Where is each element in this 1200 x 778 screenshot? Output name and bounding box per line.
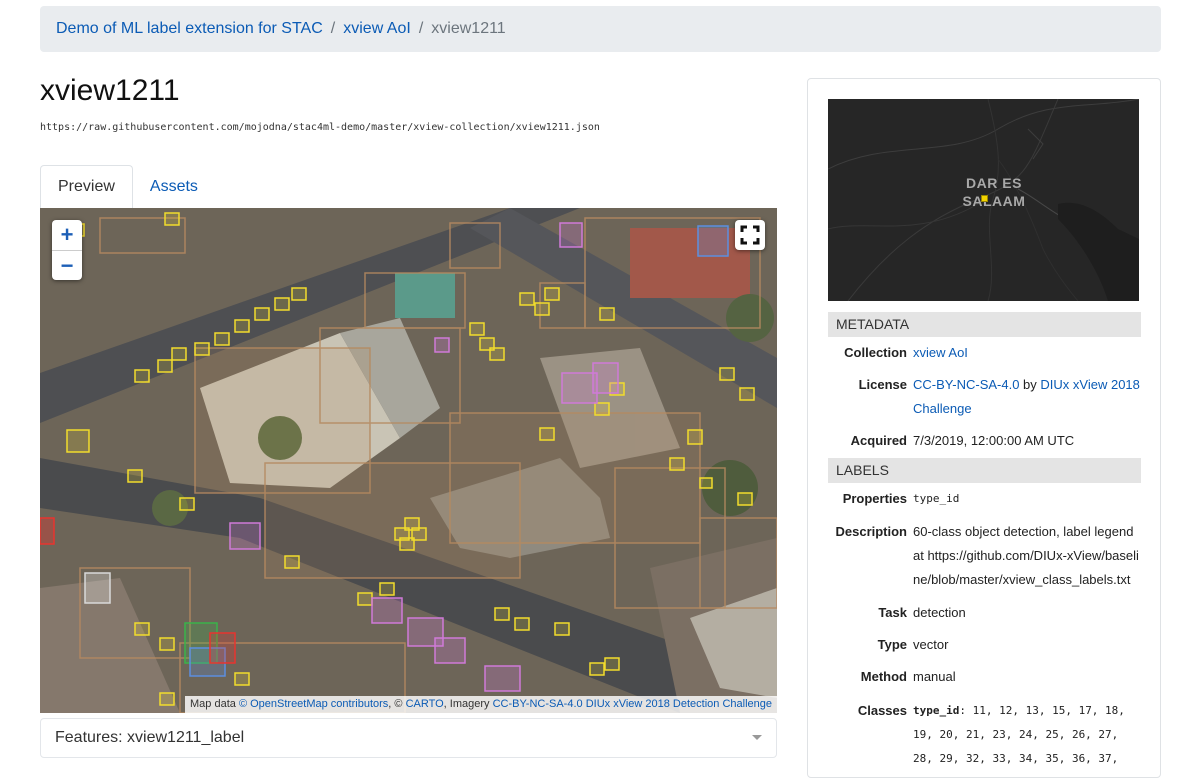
breadcrumb-separator: / <box>330 20 336 37</box>
breadcrumb-root-link[interactable]: Demo of ML label extension for STAC <box>56 20 323 38</box>
labels-heading: LABELS <box>828 458 1141 483</box>
field-value: CC-BY-NC-SA-4.0 by DIUx xView 2018 Chall… <box>913 373 1141 421</box>
xview-challenge-link[interactable]: DIUx xView 2018 Detection Challenge <box>586 698 772 710</box>
field-label: Acquired <box>850 433 907 448</box>
features-select-value: Features: xview1211_label <box>55 729 245 746</box>
field-value: xview AoI <box>913 341 1141 365</box>
fullscreen-button[interactable] <box>735 220 765 250</box>
features-select[interactable]: Features: xview1211_label <box>40 718 777 758</box>
field-value: 60-class object detection, label legend … <box>913 524 1139 587</box>
satellite-imagery <box>40 208 777 713</box>
item-details-card: DAR ES SALAAM METADATA Collection xview … <box>807 78 1161 778</box>
attribution-text: , Imagery <box>443 698 493 710</box>
imagery-license-link[interactable]: CC-BY-NC-SA-4.0 <box>493 698 583 710</box>
fullscreen-icon <box>740 225 760 245</box>
zoom-control: + − <box>52 220 82 280</box>
field-value: 7/3/2019, 12:00:00 AM UTC <box>913 433 1075 448</box>
license-by: by <box>1019 377 1041 392</box>
attribution-prefix: Map data <box>190 698 239 710</box>
page-title: xview1211 <box>40 74 180 107</box>
breadcrumb-separator: / <box>418 20 424 37</box>
field-label: Properties <box>842 491 907 506</box>
labels-row-type: Type vector <box>828 633 1141 657</box>
preview-map[interactable]: + − Map data © OpenStreetMap contributor… <box>40 208 777 713</box>
metadata-heading: METADATA <box>828 312 1141 337</box>
breadcrumb-parent-link[interactable]: xview AoI <box>343 20 411 38</box>
field-label: Collection <box>844 345 907 360</box>
place-label-line: SALAAM <box>962 193 1026 209</box>
labels-row-description: Description 60-class object detection, l… <box>828 520 1141 592</box>
metadata-row-collection: Collection xview AoI <box>828 341 1141 365</box>
field-value: type_id: 11, 12, 13, 15, 17, 18, 19, 20,… <box>913 699 1141 777</box>
attribution-text: , © <box>388 698 406 710</box>
collection-link[interactable]: xview AoI <box>913 345 968 360</box>
field-label: Type <box>877 637 907 652</box>
breadcrumb-current: xview1211 <box>431 20 506 37</box>
field-value: vector <box>913 637 949 652</box>
field-label: License <box>858 377 907 392</box>
place-label-line: DAR ES <box>966 175 1022 191</box>
source-url: https://raw.githubusercontent.com/mojodn… <box>40 122 600 133</box>
breadcrumb: Demo of ML label extension for STAC / xv… <box>40 6 1161 52</box>
labels-row-classes: Classes type_id: 11, 12, 13, 15, 17, 18,… <box>828 699 1141 777</box>
field-label: Description <box>835 524 907 539</box>
location-marker-icon <box>981 195 988 202</box>
field-label: Task <box>878 605 907 620</box>
overview-map[interactable]: DAR ES SALAAM <box>828 99 1139 301</box>
zoom-out-button[interactable]: − <box>52 250 82 280</box>
zoom-in-button[interactable]: + <box>52 220 82 250</box>
field-value: type_id <box>913 492 960 505</box>
field-value: detection <box>913 605 966 620</box>
map-attribution: Map data © OpenStreetMap contributors, ©… <box>185 696 777 713</box>
chevron-down-icon <box>752 735 762 740</box>
osm-link[interactable]: © OpenStreetMap contributors <box>239 698 388 710</box>
field-value: manual <box>913 669 956 684</box>
field-label: Method <box>860 669 907 684</box>
labels-row-task: Task detection <box>828 601 1141 625</box>
license-link[interactable]: CC-BY-NC-SA-4.0 <box>913 377 1019 392</box>
carto-link[interactable]: CARTO <box>406 698 444 710</box>
labels-row-properties: Properties type_id <box>828 487 1141 511</box>
metadata-row-license: License CC-BY-NC-SA-4.0 by DIUx xView 20… <box>828 373 1141 421</box>
overview-place-label: DAR ES SALAAM <box>954 174 1034 210</box>
tab-preview[interactable]: Preview <box>40 165 133 208</box>
classes-prefix: type_id <box>913 704 960 717</box>
tab-bar: Preview Assets <box>40 165 777 208</box>
tab-assets[interactable]: Assets <box>133 165 215 208</box>
metadata-row-acquired: Acquired 7/3/2019, 12:00:00 AM UTC <box>828 429 1141 453</box>
labels-row-method: Method manual <box>828 665 1141 689</box>
field-label: Classes <box>857 703 907 718</box>
